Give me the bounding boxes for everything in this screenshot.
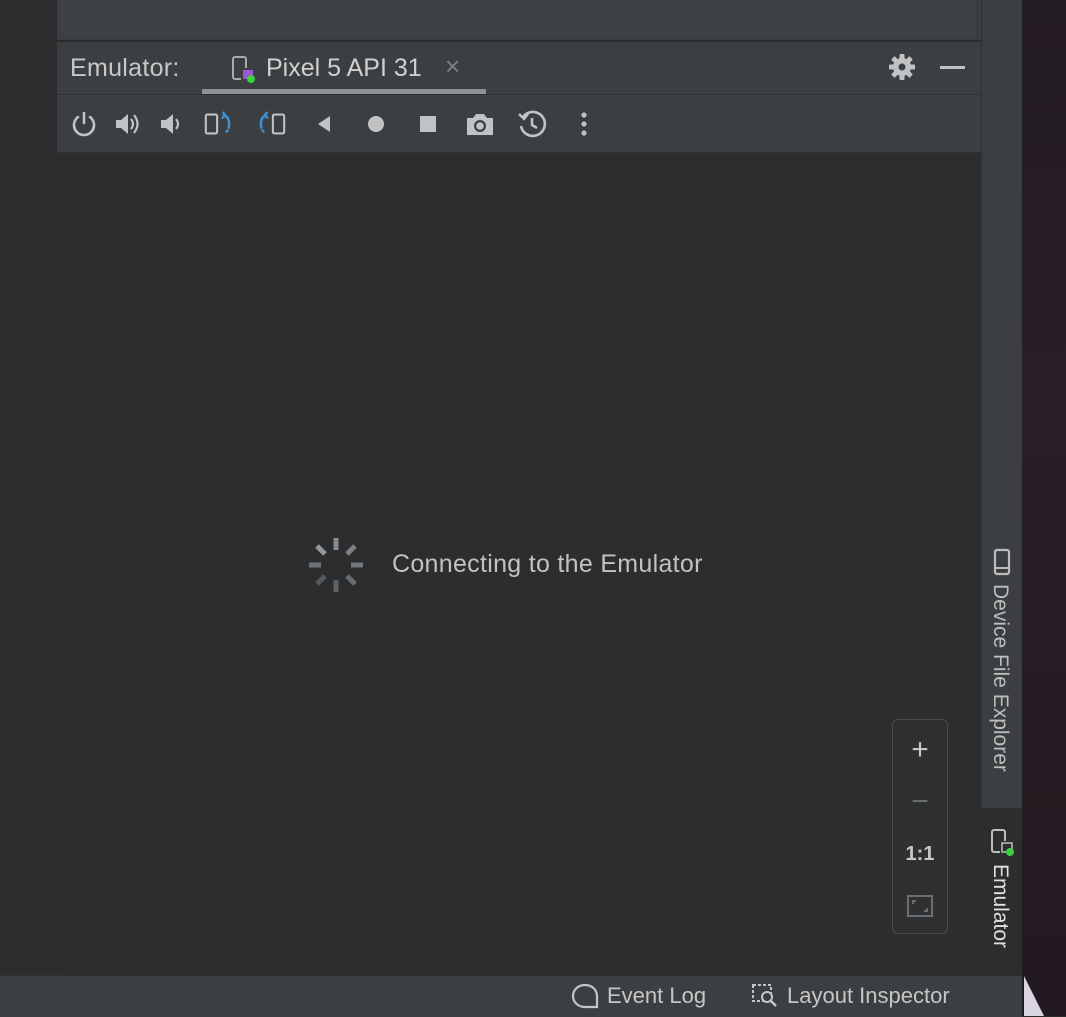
screenshot-button[interactable] [464, 108, 496, 140]
event-log-button[interactable]: Event Log [571, 983, 706, 1009]
tool-window-title: Emulator: [70, 54, 180, 82]
tab-label-emulator: Emulator [989, 864, 1012, 949]
desktop-shape [1024, 976, 1044, 1016]
volume-down-button[interactable] [156, 108, 188, 140]
overview-square-icon [420, 116, 436, 132]
tab-active-indicator [202, 89, 486, 94]
desktop-background [1022, 0, 1066, 1016]
overview-button[interactable] [412, 108, 444, 140]
rotate-right-icon [259, 111, 286, 135]
more-vertical-icon [581, 112, 587, 136]
power-button[interactable] [68, 108, 100, 140]
layout-inspector-label: Layout Inspector [787, 983, 950, 1008]
emulator-device-icon [990, 828, 1016, 863]
zoom-in-button[interactable]: + [893, 724, 947, 776]
home-circle-icon [368, 116, 384, 132]
rotate-left-icon [204, 111, 231, 135]
back-triangle-icon [318, 116, 330, 132]
device-icon [231, 55, 257, 90]
upper-panel [57, 0, 981, 42]
more-button[interactable] [568, 108, 600, 140]
zoom-controls: + − 1:1 [892, 719, 948, 934]
close-icon[interactable]: × [445, 52, 460, 80]
tab-label-device-file-explorer: Device File Explorer [989, 584, 1012, 772]
emulator-display-area: Connecting to the Emulator + − 1:1 [57, 153, 981, 975]
actual-size-button[interactable]: 1:1 [893, 828, 947, 880]
connection-status-text: Connecting to the Emulator [392, 550, 703, 578]
fit-screen-icon [907, 895, 933, 917]
status-bar: Event Log Layout Inspector [0, 975, 1022, 1017]
right-tool-strip: Device File Explorer Emulator [981, 0, 1023, 975]
snapshot-button[interactable] [516, 108, 548, 140]
back-button[interactable] [308, 108, 340, 140]
layout-inspector-button[interactable]: Layout Inspector [751, 983, 950, 1009]
fit-screen-button[interactable] [893, 880, 947, 932]
speech-bubble-icon [571, 983, 599, 1009]
loading-spinner-icon [307, 536, 365, 599]
home-button[interactable] [360, 108, 392, 140]
rotate-right-button[interactable] [255, 108, 287, 140]
phone-icon [992, 548, 1012, 581]
layout-inspector-icon [752, 984, 777, 1007]
rotate-left-button[interactable] [203, 108, 235, 140]
tab-device-file-explorer[interactable]: Device File Explorer [982, 540, 1023, 808]
volume-up-icon [116, 114, 139, 134]
editor-edge [0, 0, 57, 975]
emulator-tool-window-header: Emulator: Pixel 5 API 31 × [57, 42, 981, 95]
volume-up-button[interactable] [112, 108, 144, 140]
zoom-out-button[interactable]: − [893, 776, 947, 828]
emulator-toolbar [57, 95, 981, 153]
volume-down-icon [161, 114, 180, 134]
snapshot-icon [518, 110, 547, 138]
event-log-label: Event Log [607, 983, 707, 1008]
upper-panel-content [61, 0, 978, 36]
tab-emulator[interactable]: Emulator [982, 808, 1023, 975]
tab-label: Pixel 5 API 31 [266, 54, 422, 82]
minimize-icon[interactable] [940, 66, 965, 69]
camera-icon [467, 114, 493, 135]
power-icon [72, 111, 96, 137]
gear-icon[interactable] [887, 52, 917, 87]
tab-pixel-5-api-31[interactable]: Pixel 5 API 31 × [202, 42, 486, 94]
